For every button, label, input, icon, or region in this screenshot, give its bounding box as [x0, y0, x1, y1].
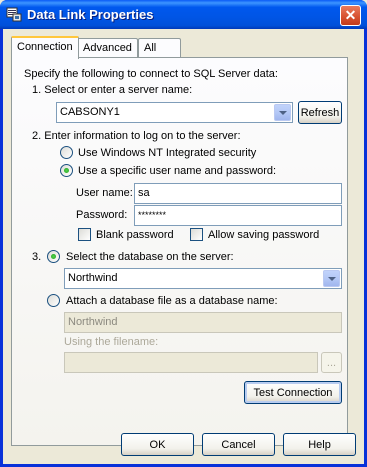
attach-database-radio[interactable]: [47, 294, 60, 307]
ok-label: OK: [149, 438, 166, 451]
database-dropdown-arrow[interactable]: [323, 270, 340, 287]
server-name-value: CABSONY1: [60, 106, 120, 118]
username-value: sa: [138, 187, 150, 199]
blank-password-checkbox[interactable]: [78, 228, 91, 241]
tab-all-label: All: [144, 42, 157, 54]
close-button[interactable]: ✕: [340, 5, 361, 26]
attach-database-label: Attach a database file as a database nam…: [66, 295, 278, 307]
window-title: Data Link Properties: [27, 7, 154, 22]
tab-connection[interactable]: Connection: [11, 36, 79, 59]
ok-button[interactable]: OK: [121, 433, 194, 456]
refresh-label: Refresh: [300, 106, 340, 119]
tab-advanced-label: Advanced: [83, 42, 132, 54]
step1-label: 1. Select or enter a server name:: [32, 84, 193, 96]
title-bar[interactable]: Data Link Properties ✕: [0, 0, 367, 29]
select-database-label: Select the database on the server:: [66, 251, 234, 263]
connection-panel: Specify the following to connect to SQL …: [11, 57, 348, 446]
help-label: Help: [308, 438, 331, 451]
chevron-down-icon: [278, 110, 287, 115]
step2-label: 2. Enter information to log on to the se…: [32, 130, 241, 142]
tab-connection-label: Connection: [17, 41, 73, 53]
cancel-label: Cancel: [221, 438, 256, 451]
allow-saving-label: Allow saving password: [208, 229, 320, 241]
dialog-client: Connection Advanced All Specify the foll…: [3, 29, 364, 464]
browse-button[interactable]: ...: [321, 352, 342, 373]
intro-text: Specify the following to connect to SQL …: [24, 68, 278, 80]
attach-database-name-value: Northwind: [68, 316, 118, 328]
step3-number: 3.: [32, 251, 42, 263]
help-button[interactable]: Help: [283, 433, 356, 456]
auth-nt-radio[interactable]: [60, 146, 73, 159]
username-label: User name:: [76, 187, 133, 199]
server-dropdown-arrow[interactable]: [274, 104, 291, 121]
allow-saving-checkbox[interactable]: [190, 228, 203, 241]
filename-field[interactable]: [64, 352, 318, 373]
browse-label: ...: [326, 356, 337, 369]
password-field[interactable]: ********: [134, 205, 342, 226]
dialog-window: Data Link Properties ✕ Connection Advanc…: [0, 0, 367, 467]
blank-password-label: Blank password: [96, 229, 174, 241]
chevron-down-icon: [327, 276, 336, 281]
test-connection-button[interactable]: Test Connection: [244, 381, 342, 404]
username-field[interactable]: sa: [134, 183, 342, 204]
attach-database-name-field[interactable]: Northwind: [64, 312, 342, 333]
auth-specific-label: Use a specific user name and password:: [78, 165, 277, 177]
tab-all[interactable]: All: [138, 38, 181, 59]
close-icon: ✕: [344, 7, 357, 23]
database-combobox[interactable]: Northwind: [64, 268, 342, 289]
auth-nt-label: Use Windows NT Integrated security: [78, 147, 257, 159]
database-value: Northwind: [68, 272, 118, 284]
cancel-button[interactable]: Cancel: [202, 433, 275, 456]
password-label: Password:: [76, 209, 128, 221]
filename-label: Using the filename:: [64, 336, 159, 348]
test-connection-label: Test Connection: [253, 386, 333, 399]
select-database-radio[interactable]: [47, 250, 60, 263]
auth-specific-radio[interactable]: [60, 164, 73, 177]
refresh-button[interactable]: Refresh: [298, 101, 342, 124]
server-name-combobox[interactable]: CABSONY1: [56, 102, 293, 123]
data-link-icon: [6, 7, 22, 22]
password-value: ********: [138, 210, 167, 220]
tab-advanced[interactable]: Advanced: [77, 38, 138, 59]
